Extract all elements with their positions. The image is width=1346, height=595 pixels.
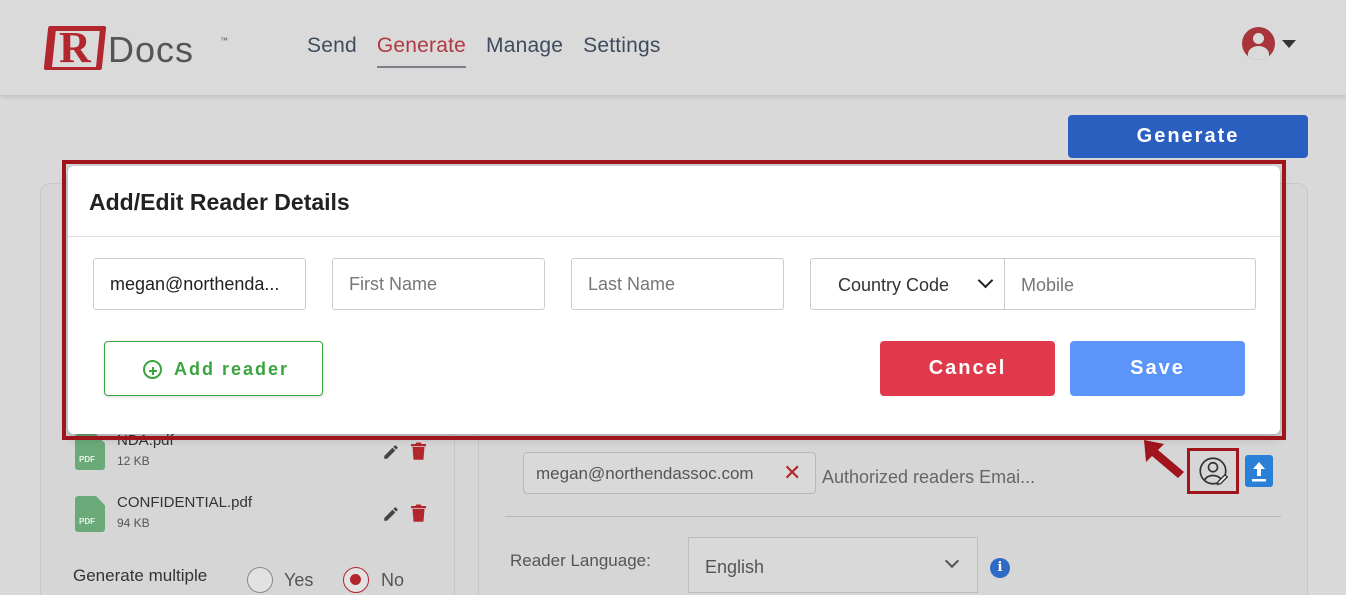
- radio-yes-label: Yes: [284, 570, 314, 590]
- main-nav: Send Generate Manage Settings: [307, 34, 681, 68]
- file-name: CONFIDENTIAL.pdf: [117, 494, 253, 511]
- logo-text: Docs: [108, 29, 195, 70]
- user-menu[interactable]: [1242, 27, 1296, 60]
- chevron-down-icon[interactable]: [1282, 39, 1296, 48]
- upload-icon[interactable]: [1245, 455, 1273, 487]
- generate-button[interactable]: Generate: [1068, 115, 1308, 158]
- logo-trademark: ™: [220, 36, 228, 45]
- radio-no[interactable]: [343, 567, 369, 593]
- reader-edit-button[interactable]: [1187, 448, 1239, 494]
- upload-arrow: [1252, 462, 1266, 482]
- close-icon[interactable]: ✕: [783, 461, 801, 485]
- reader-email-chip: megan@northendassoc.com ✕: [523, 452, 816, 494]
- radio-no-label: No: [381, 570, 405, 590]
- nav-settings[interactable]: Settings: [583, 34, 660, 68]
- logo-letter: R: [59, 23, 91, 72]
- trash-icon[interactable]: [411, 442, 426, 461]
- trash-icon[interactable]: [411, 504, 426, 523]
- pdf-file-icon: PDF: [75, 496, 105, 532]
- reader-language-label: Reader Language:: [510, 551, 651, 570]
- chip-email: megan@northendassoc.com: [536, 464, 754, 483]
- generate-multiple-label: Generate multiple: [73, 566, 208, 585]
- info-icon[interactable]: i: [990, 558, 1010, 578]
- file-row: PDF NDA.pdf 12 KB: [75, 432, 435, 474]
- reader-language-value: English: [705, 557, 765, 577]
- nav-manage[interactable]: Manage: [486, 34, 563, 68]
- file-size: 94 KB: [117, 516, 150, 530]
- pencil-icon[interactable]: [382, 505, 400, 523]
- annotation-arrow: [1144, 440, 1184, 478]
- reader-edit-icon[interactable]: [1198, 456, 1228, 486]
- chevron-down-icon: [944, 553, 960, 569]
- file-size: 12 KB: [117, 454, 150, 468]
- authorized-readers-input[interactable]: Authorized readers Emai...: [822, 467, 1035, 488]
- file-row: PDF CONFIDENTIAL.pdf 94 KB: [75, 494, 435, 536]
- pencil-icon[interactable]: [382, 443, 400, 461]
- top-header: R Docs ™ Send Generate Manage Settings: [0, 0, 1346, 95]
- rdocs-logo[interactable]: R Docs ™: [43, 23, 228, 72]
- nav-send[interactable]: Send: [307, 34, 357, 68]
- reader-language-select[interactable]: English: [688, 537, 978, 593]
- nav-generate[interactable]: Generate: [376, 34, 467, 68]
- radio-yes[interactable]: [247, 567, 273, 593]
- section-divider: [505, 516, 1281, 517]
- modal-highlight-frame: [62, 160, 1286, 440]
- user-avatar-icon[interactable]: [1242, 27, 1275, 60]
